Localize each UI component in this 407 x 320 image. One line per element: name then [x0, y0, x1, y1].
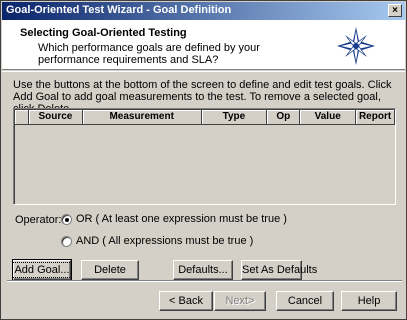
operator-and-radio[interactable]: AND ( All expressions must be true )	[61, 235, 253, 247]
operator-and-label[interactable]: AND ( All expressions must be true )	[76, 235, 253, 247]
title-bar[interactable]: Goal-Oriented Test Wizard - Goal Definit…	[2, 2, 405, 20]
help-button[interactable]: Help	[341, 291, 397, 311]
column-header-select[interactable]	[15, 110, 29, 125]
column-header-op[interactable]: Op	[267, 110, 301, 125]
header-divider	[2, 71, 405, 72]
column-header-type[interactable]: Type	[201, 110, 268, 125]
close-icon: ×	[392, 5, 398, 16]
radio-checked-icon[interactable]	[61, 213, 72, 225]
column-header-report[interactable]: Report	[356, 110, 396, 125]
operator-label: Operator:	[15, 214, 62, 226]
column-header-measurement[interactable]: Measurement	[82, 110, 202, 125]
close-button[interactable]: ×	[388, 4, 402, 17]
operator-or-radio[interactable]: OR ( At least one expression must be tru…	[61, 213, 287, 225]
goals-table[interactable]: Source Measurement Type Op Value Report	[13, 108, 396, 205]
page-subtitle: Which performance goals are defined by y…	[38, 42, 260, 66]
compass-star-icon	[337, 27, 375, 65]
wizard-dialog: Goal-Oriented Test Wizard - Goal Definit…	[0, 0, 407, 320]
defaults-button[interactable]: Defaults...	[173, 260, 233, 280]
table-header: Source Measurement Type Op Value Report	[15, 110, 396, 125]
add-goal-button[interactable]: Add Goal...	[12, 259, 72, 281]
operator-or-label[interactable]: OR ( At least one expression must be tru…	[76, 213, 287, 225]
back-button[interactable]: < Back	[159, 291, 213, 311]
radio-unchecked-icon[interactable]	[61, 235, 72, 247]
set-as-defaults-button[interactable]: Set As Defaults	[241, 260, 317, 280]
column-header-value[interactable]: Value	[300, 110, 357, 125]
window-title: Goal-Oriented Test Wizard - Goal Definit…	[6, 4, 232, 16]
next-button[interactable]: Next>	[214, 291, 266, 311]
delete-button[interactable]: Delete	[81, 260, 139, 280]
page-title: Selecting Goal-Oriented Testing	[20, 27, 187, 39]
wizard-header: Selecting Goal-Oriented Testing Which pe…	[2, 20, 405, 70]
column-header-source[interactable]: Source	[28, 110, 83, 125]
bottom-divider	[7, 280, 402, 282]
cancel-button[interactable]: Cancel	[276, 291, 334, 311]
